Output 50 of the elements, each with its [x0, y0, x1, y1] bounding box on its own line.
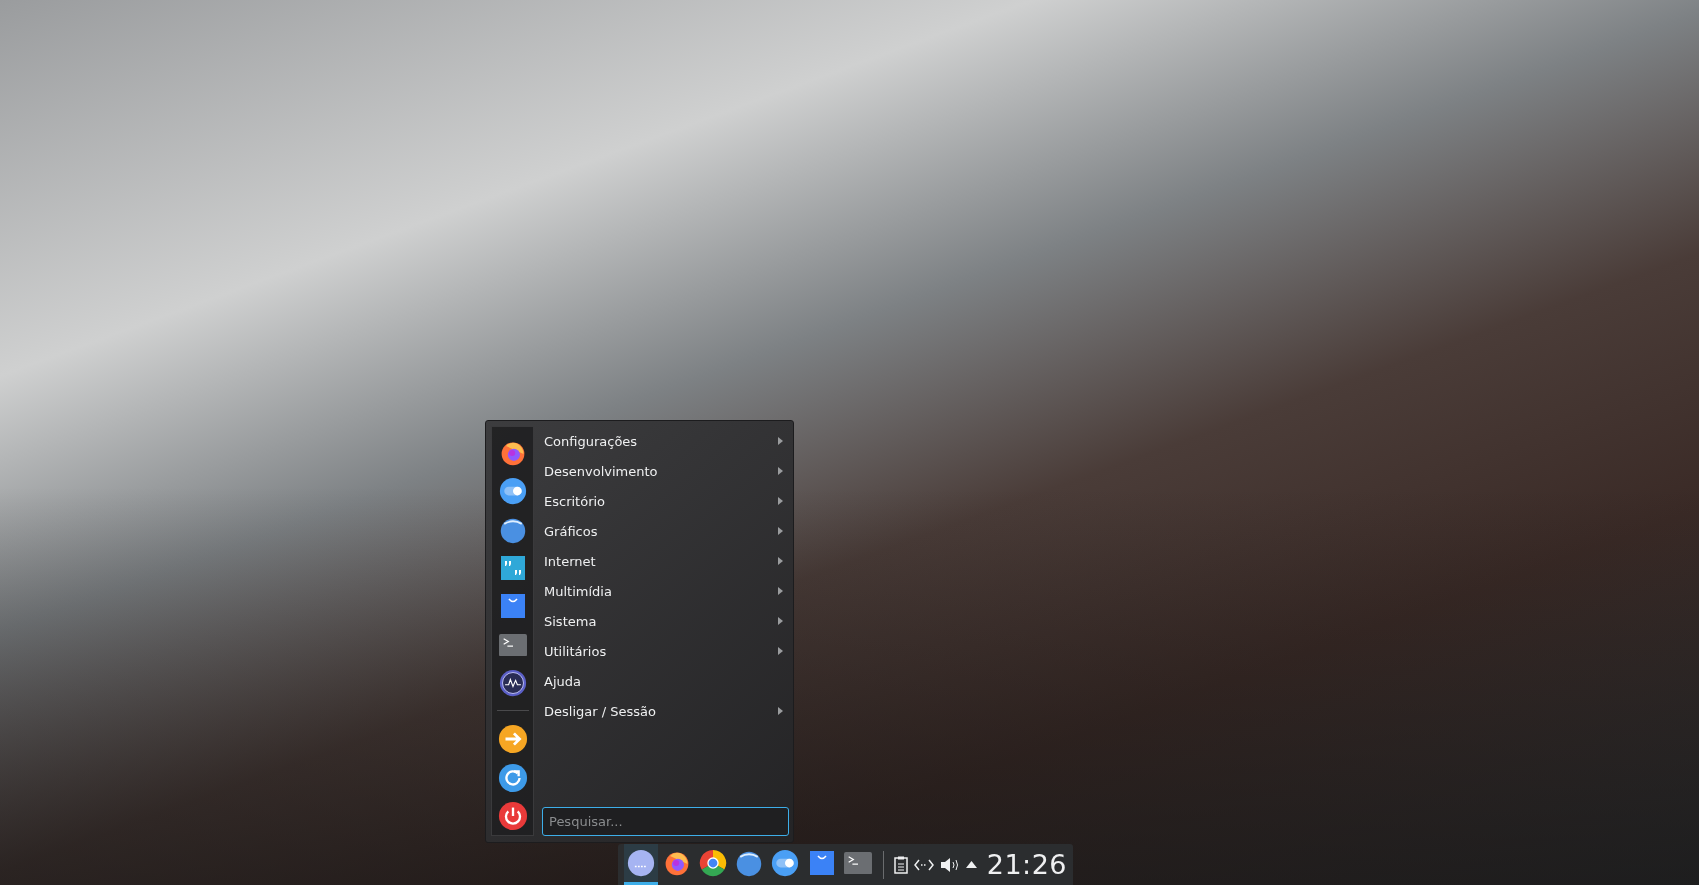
menu-item[interactable]: Desligar / Sessão	[542, 696, 789, 726]
menu-item-label: Gráficos	[544, 523, 598, 539]
chevron-right-icon	[778, 587, 783, 595]
chevron-right-icon	[778, 497, 783, 505]
chevron-right-icon	[778, 437, 783, 445]
menu-item-label: Internet	[544, 553, 596, 569]
arrow-right-icon	[497, 724, 528, 755]
refresh-icon	[497, 762, 528, 793]
menu-item[interactable]: Configurações	[542, 426, 789, 456]
power-icon	[497, 800, 528, 831]
clock[interactable]: 21:26	[986, 849, 1068, 880]
taskbar-button[interactable]	[624, 844, 659, 885]
menu-item[interactable]: Ajuda	[542, 666, 789, 696]
folder-icon	[735, 849, 764, 877]
volume-icon	[939, 856, 960, 873]
clipboard-icon	[893, 855, 908, 874]
shopping-bag-icon	[808, 850, 835, 876]
search-field[interactable]: Pesquisar...	[542, 807, 789, 836]
toggle-icon	[771, 849, 800, 877]
launcher-icon	[627, 849, 656, 877]
menu-item-label: Configurações	[544, 433, 638, 449]
menu-item[interactable]: Desenvolvimento	[542, 456, 789, 486]
menu-item-label: Escritório	[544, 493, 606, 509]
menu-item[interactable]: Utilitários	[542, 636, 789, 666]
menu-item[interactable]: Escritório	[542, 486, 789, 516]
chevron-right-icon	[778, 557, 783, 565]
chevron-right-icon	[778, 527, 783, 535]
menu-item[interactable]: Multimídia	[542, 576, 789, 606]
menu-item-label: Desenvolvimento	[544, 463, 658, 479]
terminal-icon	[843, 851, 872, 875]
toggle-icon	[498, 477, 527, 506]
chrome-icon	[699, 849, 728, 877]
chevron-right-icon	[778, 707, 783, 715]
menu-item[interactable]: Sistema	[542, 606, 789, 636]
chevron-right-icon	[778, 617, 783, 625]
caret-up-icon	[965, 861, 977, 868]
network-icon	[913, 857, 934, 872]
document-quote-icon	[499, 555, 526, 582]
shopping-bag-icon	[499, 593, 526, 620]
menu-item-label: Multimídia	[544, 583, 612, 599]
waveform-icon	[498, 669, 527, 698]
chevron-right-icon	[778, 647, 783, 655]
menu-item-label: Utilitários	[544, 643, 607, 659]
menu-item[interactable]: Internet	[542, 546, 789, 576]
chevron-right-icon	[778, 467, 783, 475]
menu-item-label: Ajuda	[544, 673, 581, 689]
menu-item[interactable]: Gráficos	[542, 516, 789, 546]
menu-item-label: Sistema	[544, 613, 597, 629]
terminal-icon	[498, 633, 527, 656]
menu-item-label: Desligar / Sessão	[544, 703, 656, 719]
